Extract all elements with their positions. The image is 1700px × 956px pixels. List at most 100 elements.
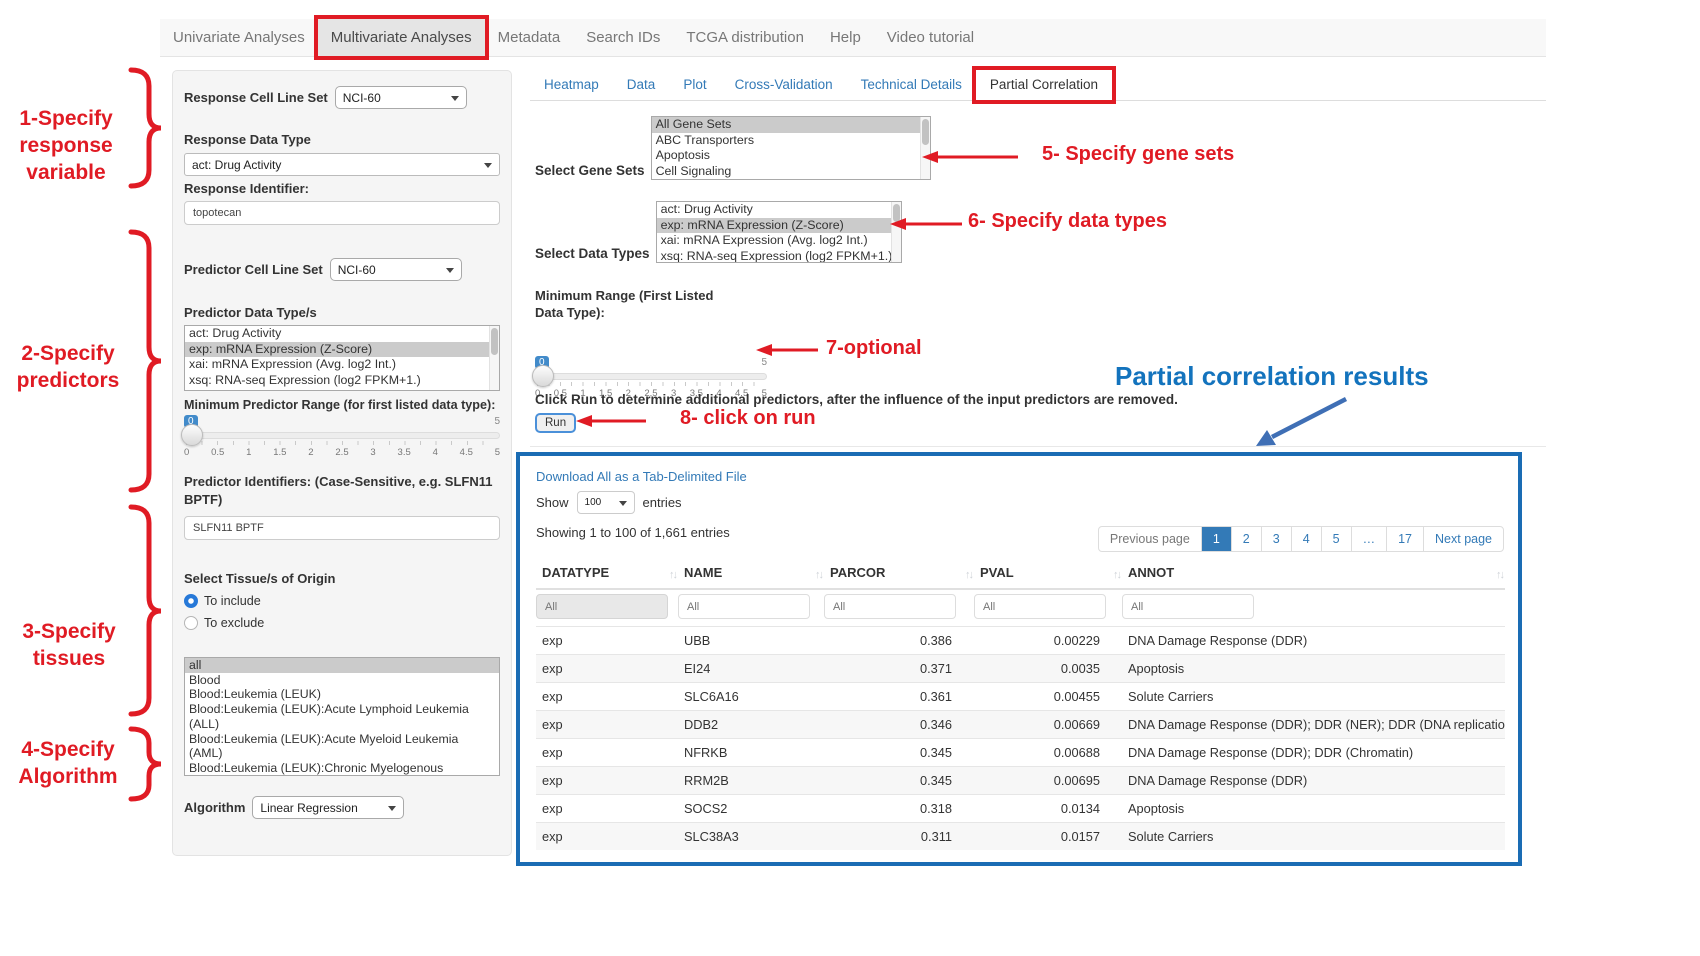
tissue-option[interactable]: Blood:Leukemia (LEUK):Chronic Myelogenou… (185, 761, 499, 776)
data-type-option-selected[interactable]: exp: mRNA Expression (Z-Score) (657, 218, 901, 234)
filter-name-input[interactable] (678, 594, 810, 619)
next-page-button[interactable]: Next page (1423, 527, 1503, 551)
tissue-listbox: all Blood Blood:Leukemia (LEUK) Blood:Le… (184, 657, 500, 776)
column-header-parcor[interactable]: PARCOR (824, 557, 974, 589)
nav-search-ids[interactable]: Search IDs (573, 19, 673, 56)
sort-icon[interactable] (815, 566, 822, 581)
predictor-data-type-option[interactable]: xai: mRNA Expression (Avg. log2 Int.) (185, 357, 499, 373)
page-button-4[interactable]: 4 (1291, 527, 1321, 551)
cell-parcor: 0.386 (824, 627, 974, 655)
cell-name: UBB (678, 627, 824, 655)
cell-annot: DNA Damage Response (DDR); DDR (NER); DD… (1122, 711, 1505, 739)
page-button-3[interactable]: 3 (1261, 527, 1291, 551)
response-cell-line-set-select[interactable]: NCI-60 (335, 86, 467, 109)
tab-heatmap[interactable]: Heatmap (530, 70, 613, 100)
nav-help[interactable]: Help (817, 19, 874, 56)
cell-datatype: exp (536, 767, 678, 795)
predictor-cell-line-set-select-wrap: NCI-60 (330, 258, 462, 281)
tab-cross-validation[interactable]: Cross-Validation (721, 70, 847, 100)
listbox-scrollbar[interactable] (920, 117, 930, 179)
partial-correlation-results-title: Partial correlation results (1115, 361, 1429, 392)
slider-track[interactable] (535, 373, 767, 380)
listbox-scrollbar[interactable] (891, 202, 901, 262)
predictor-identifiers-input[interactable] (184, 516, 500, 540)
tab-data[interactable]: Data (613, 70, 670, 100)
table-row[interactable]: exp DDB2 0.346 0.00669 DNA Damage Respon… (536, 711, 1505, 739)
tab-technical-details[interactable]: Technical Details (847, 70, 976, 100)
sort-icon[interactable] (965, 566, 972, 581)
cell-annot: DNA Damage Response (DDR); DDR (Chromati… (1122, 739, 1505, 767)
predictor-data-type-option[interactable]: xsq: RNA-seq Expression (log2 FPKM+1.) (185, 373, 499, 389)
filter-datatype-input[interactable] (536, 594, 668, 619)
nav-video-tutorial[interactable]: Video tutorial (874, 19, 987, 56)
run-button[interactable]: Run (535, 413, 576, 433)
cell-parcor: 0.345 (824, 739, 974, 767)
data-types-label: Select Data Types (535, 246, 650, 263)
column-header-name[interactable]: NAME (678, 557, 824, 589)
table-row[interactable]: exp NFRKB 0.345 0.00688 DNA Damage Respo… (536, 739, 1505, 767)
page-button-1[interactable]: 1 (1201, 527, 1231, 551)
slider-track[interactable] (184, 432, 500, 439)
data-type-option[interactable]: act: Drug Activity (657, 202, 901, 218)
predictor-cell-line-set-label: Predictor Cell Line Set (184, 262, 323, 277)
nav-univariate-analyses[interactable]: Univariate Analyses (160, 19, 318, 56)
table-row[interactable]: exp UBB 0.386 0.00229 DNA Damage Respons… (536, 627, 1505, 655)
nav-tcga-distribution[interactable]: TCGA distribution (673, 19, 817, 56)
predictor-cell-line-set-select[interactable]: NCI-60 (330, 258, 462, 281)
response-data-type-select[interactable]: act: Drug Activity (184, 153, 500, 176)
table-row[interactable]: exp RRM2B 0.345 0.00695 DNA Damage Respo… (536, 767, 1505, 795)
cell-datatype: exp (536, 711, 678, 739)
filter-pval-input[interactable] (974, 594, 1106, 619)
show-entries-select[interactable]: 100 (577, 491, 635, 514)
previous-page-button[interactable]: Previous page (1099, 527, 1201, 551)
algorithm-select[interactable]: Linear Regression (252, 796, 404, 819)
tissue-option[interactable]: Blood:Leukemia (LEUK):Acute Myeloid Leuk… (185, 732, 499, 761)
predictor-data-type-option[interactable]: act: Drug Activity (185, 326, 499, 342)
gene-set-option[interactable]: ABC Transporters (652, 133, 930, 149)
table-row[interactable]: exp EI24 0.371 0.0035 Apoptosis (536, 655, 1505, 683)
tissue-option[interactable]: Blood:Leukemia (LEUK):Acute Lymphoid Leu… (185, 702, 499, 731)
results-table: DATATYPE NAME PARCOR PVAL ANNOT (536, 557, 1505, 850)
download-all-link[interactable]: Download All as a Tab-Delimited File (536, 469, 747, 484)
nav-metadata[interactable]: Metadata (485, 19, 574, 56)
sort-icon[interactable] (1496, 566, 1503, 581)
slider-max-label: 5 (761, 357, 767, 368)
table-row[interactable]: exp SLC6A16 0.361 0.00455 Solute Carrier… (536, 683, 1505, 711)
gene-set-option-selected[interactable]: All Gene Sets (652, 117, 930, 133)
algorithm-select-wrap: Linear Regression (252, 796, 404, 819)
page-button-5[interactable]: 5 (1321, 527, 1351, 551)
predictor-data-type-option-selected[interactable]: exp: mRNA Expression (Z-Score) (185, 342, 499, 358)
tissue-include-label: To include (204, 594, 261, 608)
listbox-scrollbar[interactable] (489, 326, 499, 390)
app-root: Univariate Analyses Multivariate Analyse… (0, 0, 1700, 956)
table-row[interactable]: exp SOCS2 0.318 0.0134 Apoptosis (536, 795, 1505, 823)
tissue-option[interactable]: Blood (185, 673, 499, 688)
nav-multivariate-analyses[interactable]: Multivariate Analyses (318, 19, 485, 56)
page-button-2[interactable]: 2 (1231, 527, 1261, 551)
filter-parcor-input[interactable] (824, 594, 956, 619)
column-header-annot[interactable]: ANNOT (1122, 557, 1505, 589)
slider-thumb[interactable] (532, 365, 554, 387)
arrow-to-min-range (756, 342, 818, 358)
page-button-17[interactable]: 17 (1386, 527, 1423, 551)
tissue-option-selected[interactable]: all (185, 658, 499, 673)
data-type-option[interactable]: xsq: RNA-seq Expression (log2 FPKM+1.) (657, 249, 901, 264)
tab-plot[interactable]: Plot (669, 70, 720, 100)
tissue-include-radio[interactable] (184, 594, 198, 608)
min-range-label: Minimum Range (First Listed Data Type): (535, 287, 715, 321)
sort-icon[interactable] (1113, 566, 1120, 581)
response-identifier-input[interactable] (184, 201, 500, 225)
filter-annot-input[interactable] (1122, 594, 1254, 619)
column-header-pval[interactable]: PVAL (974, 557, 1122, 589)
column-header-datatype[interactable]: DATATYPE (536, 557, 678, 589)
table-row[interactable]: exp SLC38A3 0.311 0.0157 Solute Carriers (536, 823, 1505, 851)
gene-set-option[interactable]: Cell Signaling (652, 164, 930, 180)
sort-icon[interactable] (669, 566, 676, 581)
slider-thumb[interactable] (181, 424, 203, 446)
tab-partial-correlation[interactable]: Partial Correlation (976, 70, 1112, 100)
tissue-exclude-radio[interactable] (184, 616, 198, 630)
gene-set-option[interactable]: Apoptosis (652, 148, 930, 164)
tissue-option[interactable]: Blood:Leukemia (LEUK) (185, 687, 499, 702)
data-type-option[interactable]: xai: mRNA Expression (Avg. log2 Int.) (657, 233, 901, 249)
slider-tickmarks (186, 441, 498, 445)
